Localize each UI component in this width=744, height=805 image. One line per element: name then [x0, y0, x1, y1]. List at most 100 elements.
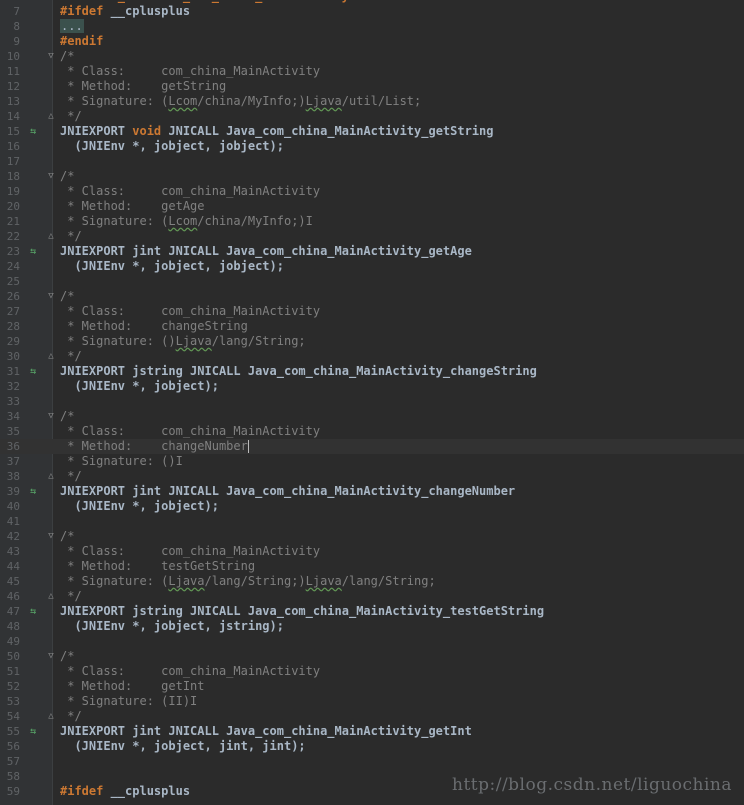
code-text[interactable]: * Signature: (Lcom/china/MyInfo;)Ljava/u…	[60, 94, 421, 109]
navigate-to-implementation-icon[interactable]: ⇆	[26, 484, 40, 499]
code-text[interactable]: * Class: com_china_MainActivity	[60, 664, 320, 679]
code-line[interactable]: 37 * Signature: ()I	[0, 454, 744, 469]
code-line[interactable]: 28 * Method: changeString	[0, 319, 744, 334]
code-text[interactable]: * Class: com_china_MainActivity	[60, 304, 320, 319]
code-line[interactable]: 11 * Class: com_china_MainActivity	[0, 64, 744, 79]
fold-collapse-icon[interactable]: ▽	[46, 49, 56, 64]
code-line[interactable]: 16 (JNIEnv *, jobject, jobject);	[0, 139, 744, 154]
code-line[interactable]: 15 ⇆ JNIEXPORT void JNICALL Java_com_china…	[0, 124, 744, 139]
code-line[interactable]: 9 #endif	[0, 34, 744, 49]
code-line[interactable]: 30 △ */	[0, 349, 744, 364]
code-line[interactable]: 54 △ */	[0, 709, 744, 724]
code-text[interactable]: (JNIEnv *, jobject);	[60, 499, 219, 514]
code-text[interactable]: /*	[60, 289, 74, 304]
code-line[interactable]: 46 △ */	[0, 589, 744, 604]
code-line[interactable]: 17	[0, 154, 744, 169]
code-line[interactable]: 40 (JNIEnv *, jobject);	[0, 499, 744, 514]
code-editor[interactable]: 6#define _included_com_china_MainActivit…	[0, 0, 744, 805]
code-line[interactable]: 43 * Class: com_china_MainActivity	[0, 544, 744, 559]
code-text[interactable]: /*	[60, 649, 74, 664]
code-line[interactable]: 12 * Method: getString	[0, 79, 744, 94]
code-text[interactable]: */	[60, 229, 81, 244]
code-line[interactable]: 41	[0, 514, 744, 529]
code-text[interactable]: ...	[60, 19, 84, 34]
code-text[interactable]: (JNIEnv *, jobject);	[60, 379, 219, 394]
code-text[interactable]: JNIEXPORT jint JNICALL Java_com_china_Ma…	[60, 724, 472, 739]
code-text[interactable]: (JNIEnv *, jobject, jint, jint);	[60, 739, 305, 754]
code-text[interactable]: (JNIEnv *, jobject, jstring);	[60, 619, 284, 634]
code-text[interactable]: /*	[60, 49, 74, 64]
fold-end-icon[interactable]: △	[46, 709, 56, 724]
code-line[interactable]: 39 ⇆ JNIEXPORT jint JNICALL Java_com_china…	[0, 484, 744, 499]
fold-collapse-icon[interactable]: ▽	[46, 169, 56, 184]
code-text[interactable]: * Signature: ()Ljava/lang/String;	[60, 334, 305, 349]
fold-end-icon[interactable]: △	[46, 349, 56, 364]
fold-collapse-icon[interactable]: ▽	[46, 529, 56, 544]
code-line[interactable]: 36 * Method: changeNumber	[0, 439, 744, 454]
code-line[interactable]: 26 ▽ /*	[0, 289, 744, 304]
fold-collapse-icon[interactable]: ▽	[46, 289, 56, 304]
code-line[interactable]: 13 * Signature: (Lcom/china/MyInfo;)Ljav…	[0, 94, 744, 109]
code-line[interactable]: 44 * Method: testGetString	[0, 559, 744, 574]
code-text[interactable]: */	[60, 589, 81, 604]
fold-collapse-icon[interactable]: ▽	[46, 409, 56, 424]
code-text[interactable]: /*	[60, 409, 74, 424]
code-line[interactable]: 53 * Signature: (II)I	[0, 694, 744, 709]
navigate-to-implementation-icon[interactable]: ⇆	[26, 604, 40, 619]
code-line[interactable]: 56 (JNIEnv *, jobject, jint, jint);	[0, 739, 744, 754]
code-line[interactable]: 20 * Method: getAge	[0, 199, 744, 214]
code-line[interactable]: 42 ▽ /*	[0, 529, 744, 544]
code-text[interactable]: * Class: com_china_MainActivity	[60, 544, 320, 559]
navigate-to-implementation-icon[interactable]: ⇆	[26, 244, 40, 259]
fold-collapse-icon[interactable]: ▽	[46, 649, 56, 664]
folded-region[interactable]: ...	[60, 19, 84, 33]
code-line[interactable]: 32 (JNIEnv *, jobject);	[0, 379, 744, 394]
code-line[interactable]: 10 ▽ /*	[0, 49, 744, 64]
code-text[interactable]: * Class: com_china_MainActivity	[60, 184, 320, 199]
code-text[interactable]: * Signature: ()I	[60, 454, 183, 469]
code-text[interactable]: /*	[60, 529, 74, 544]
code-line[interactable]: 48 (JNIEnv *, jobject, jstring);	[0, 619, 744, 634]
code-text[interactable]: JNIEXPORT jint JNICALL Java_com_china_Ma…	[60, 484, 515, 499]
code-text[interactable]: * Method: changeNumber	[60, 439, 249, 454]
code-text[interactable]: * Method: testGetString	[60, 559, 255, 574]
code-text[interactable]: JNIEXPORT jstring JNICALL Java_com_china…	[60, 364, 537, 379]
code-text[interactable]: * Method: getInt	[60, 679, 204, 694]
code-line[interactable]: 50 ▽ /*	[0, 649, 744, 664]
code-text[interactable]: JNIEXPORT jstring JNICALL Java_com_china…	[60, 604, 544, 619]
code-text[interactable]: */	[60, 709, 81, 724]
navigate-to-implementation-icon[interactable]: ⇆	[26, 724, 40, 739]
code-line[interactable]: 18 ▽ /*	[0, 169, 744, 184]
code-text[interactable]: #ifdef __cplusplus	[60, 784, 190, 799]
code-text[interactable]: */	[60, 469, 81, 484]
code-line[interactable]: 45 * Signature: (Ljava/lang/String;)Ljav…	[0, 574, 744, 589]
code-text[interactable]: * Method: getString	[60, 79, 226, 94]
code-text[interactable]: * Class: com_china_MainActivity	[60, 424, 320, 439]
code-line[interactable]: 51 * Class: com_china_MainActivity	[0, 664, 744, 679]
code-text[interactable]: JNIEXPORT void JNICALL Java_com_china_Ma…	[60, 124, 494, 139]
code-text[interactable]: * Signature: (II)I	[60, 694, 197, 709]
code-text[interactable]: JNIEXPORT jint JNICALL Java_com_china_Ma…	[60, 244, 472, 259]
code-text[interactable]: * Method: getAge	[60, 199, 204, 214]
code-line[interactable]: 38 △ */	[0, 469, 744, 484]
fold-end-icon[interactable]: △	[46, 229, 56, 244]
code-text[interactable]: * Class: com_china_MainActivity	[60, 64, 320, 79]
fold-end-icon[interactable]: △	[46, 589, 56, 604]
code-lines[interactable]: 6#define _included_com_china_MainActivit…	[0, 0, 744, 799]
code-line[interactable]: 8...	[0, 19, 744, 34]
code-line[interactable]: 55 ⇆ JNIEXPORT jint JNICALL Java_com_china…	[0, 724, 744, 739]
code-text[interactable]: #ifdef __cplusplus	[60, 4, 190, 19]
code-line[interactable]: 57	[0, 754, 744, 769]
code-line[interactable]: 14 △ */	[0, 109, 744, 124]
code-text[interactable]: */	[60, 349, 81, 364]
code-text[interactable]: * Signature: (Lcom/china/MyInfo;)I	[60, 214, 313, 229]
code-line[interactable]: 22 △ */	[0, 229, 744, 244]
code-line[interactable]: 23 ⇆ JNIEXPORT jint JNICALL Java_com_china…	[0, 244, 744, 259]
code-line[interactable]: 7 #ifdef __cplusplus	[0, 4, 744, 19]
code-line[interactable]: 29 * Signature: ()Ljava/lang/String;	[0, 334, 744, 349]
fold-end-icon[interactable]: △	[46, 469, 56, 484]
code-text[interactable]: /*	[60, 169, 74, 184]
navigate-to-implementation-icon[interactable]: ⇆	[26, 364, 40, 379]
code-line[interactable]: 52 * Method: getInt	[0, 679, 744, 694]
code-line[interactable]: 33	[0, 394, 744, 409]
